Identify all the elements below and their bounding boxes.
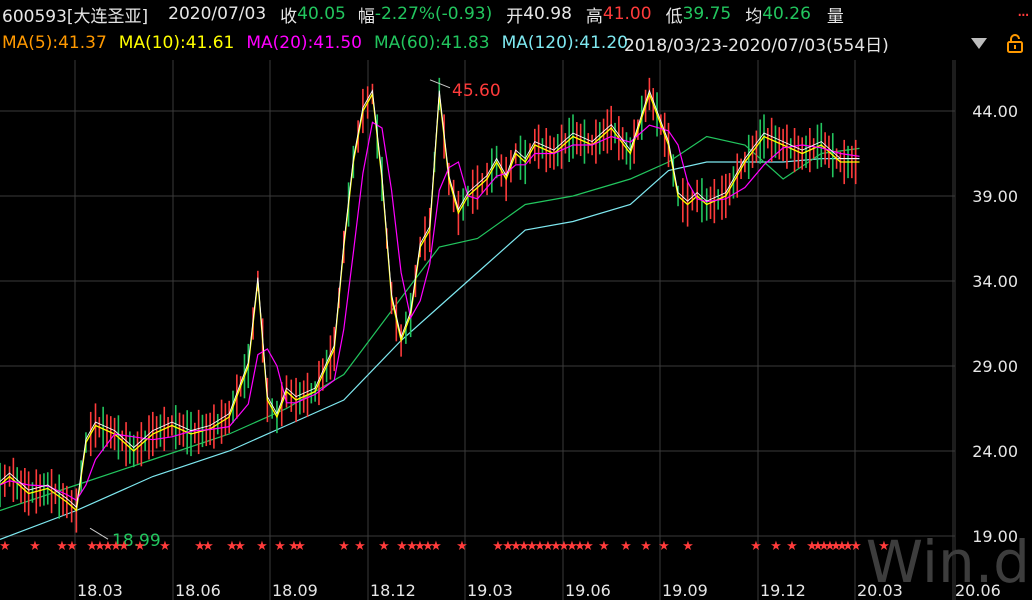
y-tick-label: 29.00 — [972, 357, 1018, 376]
high-annotation: 45.60 — [452, 81, 501, 101]
signal-star: ★ — [378, 539, 390, 554]
ma60-line — [0, 135, 860, 512]
y-tick-label: 34.00 — [972, 272, 1018, 291]
low-pointer — [89, 527, 109, 540]
signal-star: ★ — [640, 539, 652, 554]
signal-star: ★ — [430, 539, 442, 554]
ma5-polyline — [0, 89, 860, 508]
signal-star: ★ — [29, 539, 41, 554]
chart-grid — [0, 60, 955, 600]
x-tick-label: 19.12 — [760, 581, 806, 600]
signal-star: ★ — [620, 539, 632, 554]
signal-star: ★ — [750, 539, 762, 554]
kline-chart[interactable]: 44.0039.0034.0029.0024.0019.00 18.03 18.0… — [0, 0, 1032, 600]
signal-star: ★ — [294, 539, 306, 554]
signal-stars: ★ ★ ★★ ★★★★★ ★ ★ ★★ ★★ ★ ★ ★★ ★ ★ ★ ★★★★★ ★ ★★★★★★★★★★★★… — [0, 539, 890, 554]
signal-star: ★ — [786, 539, 798, 554]
x-tick-label: 19.09 — [662, 581, 708, 600]
x-tick-label: 18.06 — [175, 581, 221, 600]
signal-star: ★ — [66, 539, 78, 554]
signal-star: ★ — [0, 539, 11, 554]
signal-star: ★ — [274, 539, 286, 554]
y-tick-label: 44.00 — [972, 102, 1018, 121]
ma60-polyline — [0, 135, 860, 512]
price-annotations: 45.6018.99 — [89, 79, 501, 551]
signal-star: ★ — [456, 539, 468, 554]
x-tick-label: 18.12 — [370, 581, 416, 600]
signal-star: ★ — [159, 539, 171, 554]
ma10-polyline — [0, 91, 860, 512]
signal-star: ★ — [658, 539, 670, 554]
y-tick-label: 39.00 — [972, 187, 1018, 206]
signal-star: ★ — [338, 539, 350, 554]
x-tick-label: 18.03 — [77, 581, 123, 600]
signal-star: ★ — [234, 539, 246, 554]
signal-star: ★ — [118, 539, 130, 554]
watermark: Win.d — [866, 528, 1030, 596]
signal-star: ★ — [682, 539, 694, 554]
price-line — [0, 77, 860, 533]
x-tick-label: 18.09 — [272, 581, 318, 600]
signal-star: ★ — [582, 539, 594, 554]
signal-star: ★ — [134, 539, 146, 554]
y-axis: 44.0039.0034.0029.0024.0019.00 — [954, 60, 1018, 600]
x-tick-label: 19.03 — [467, 581, 513, 600]
x-tick-label: 19.06 — [565, 581, 611, 600]
signal-star: ★ — [850, 539, 862, 554]
signal-star: ★ — [256, 539, 268, 554]
signal-star: ★ — [770, 539, 782, 554]
y-tick-label: 24.00 — [972, 442, 1018, 461]
signal-star: ★ — [202, 539, 214, 554]
signal-star: ★ — [354, 539, 366, 554]
x-axis: 18.03 18.06 18.09 18.12 19.03 19.06 19.09 19.12… — [77, 581, 1001, 600]
signal-star: ★ — [598, 539, 610, 554]
